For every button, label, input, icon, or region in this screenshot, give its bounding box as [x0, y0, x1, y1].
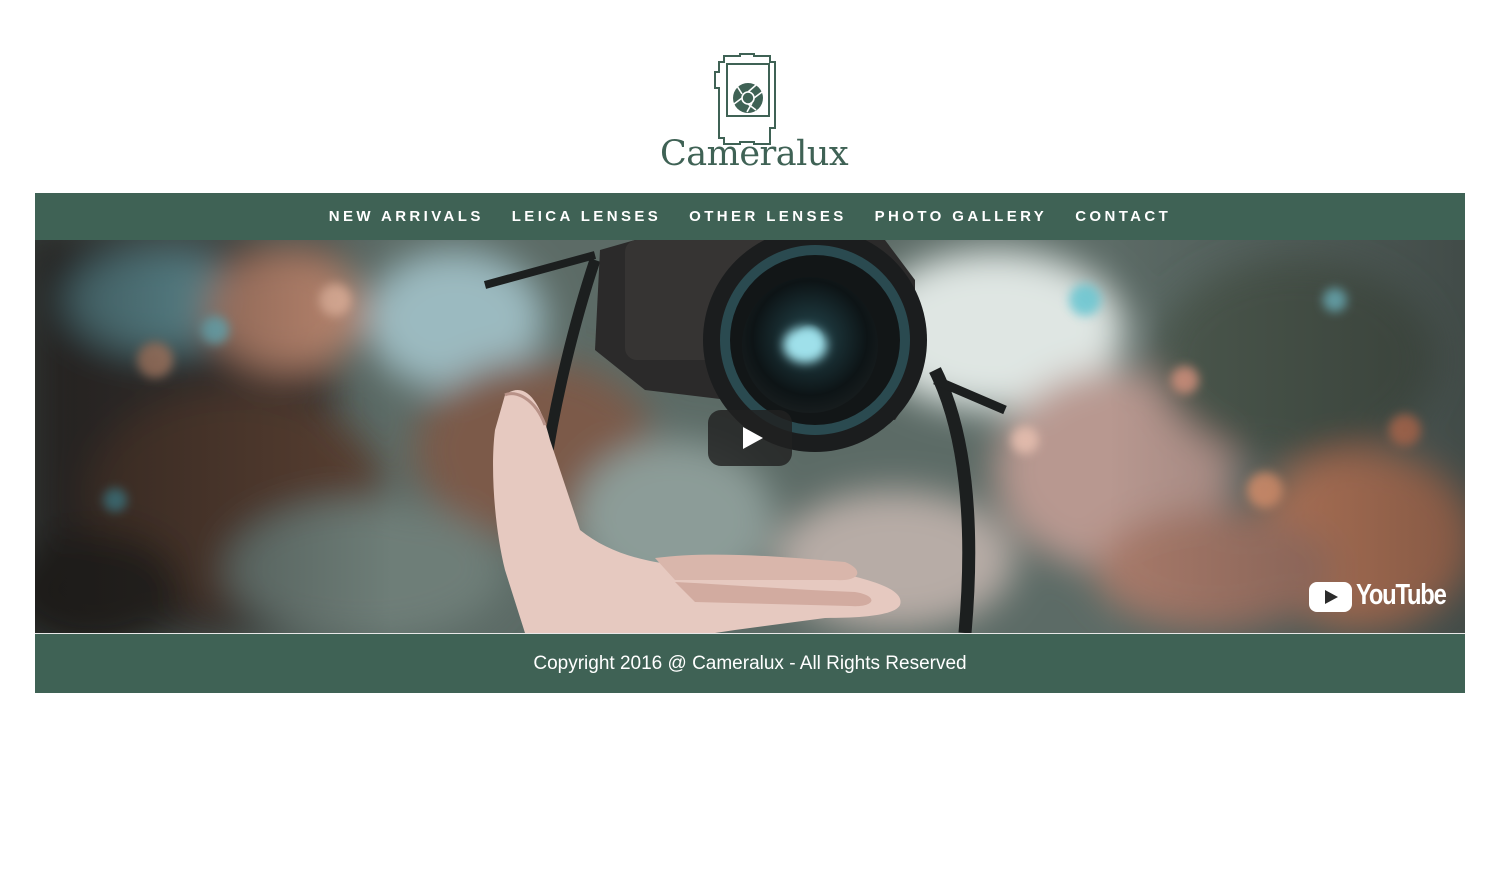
play-icon	[743, 427, 763, 449]
nav-item-photo-gallery[interactable]: PHOTO GALLERY	[875, 208, 1048, 225]
nav-item-other-lenses[interactable]: OTHER LENSES	[689, 208, 846, 225]
site-logo[interactable]: Cameralux	[660, 50, 849, 180]
camera-aperture-icon	[714, 53, 776, 145]
youtube-wordmark: YouTube	[1356, 579, 1447, 611]
video-player[interactable]: YouTube	[35, 240, 1465, 633]
main-nav: NEW ARRIVALS LEICA LENSES OTHER LENSES P…	[35, 193, 1465, 240]
youtube-logo[interactable]: YouTube	[1309, 579, 1449, 615]
nav-item-contact[interactable]: CONTACT	[1075, 208, 1171, 225]
site-footer: Copyright 2016 @ Cameralux - All Rights …	[35, 633, 1465, 693]
site-header: Cameralux	[0, 0, 1490, 193]
brand-name: Cameralux	[660, 134, 849, 174]
youtube-play-icon	[1309, 582, 1352, 612]
play-button[interactable]	[708, 410, 792, 466]
nav-item-leica-lenses[interactable]: LEICA LENSES	[512, 208, 661, 225]
copyright-text: Copyright 2016 @ Cameralux - All Rights …	[533, 653, 967, 674]
nav-item-new-arrivals[interactable]: NEW ARRIVALS	[329, 208, 484, 225]
